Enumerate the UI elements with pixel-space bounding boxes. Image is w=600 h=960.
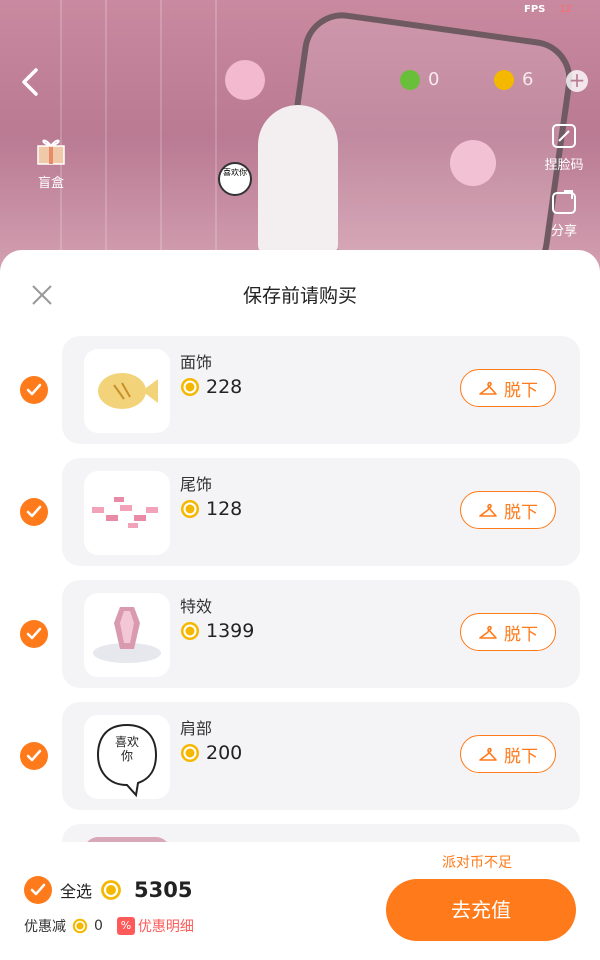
item-name: 面饰: [180, 353, 213, 372]
insufficient-coins-text: 派对币不足: [442, 855, 512, 871]
item-checkbox[interactable]: [20, 498, 48, 526]
check-icon: [26, 749, 42, 762]
item-name: 肩部: [180, 719, 213, 738]
check-icon: [30, 883, 46, 896]
share-button[interactable]: 分享: [540, 188, 588, 239]
check-icon: [26, 383, 42, 396]
total-price: 5305: [134, 878, 193, 902]
party-coin-icon: [101, 880, 121, 900]
item-name: 特效: [180, 597, 213, 616]
list-item[interactable]: 特效 1399 脱下: [62, 580, 580, 688]
item-checkbox[interactable]: [20, 742, 48, 770]
recharge-button[interactable]: 去充值: [386, 879, 576, 941]
list-item[interactable]: 背景: [62, 824, 580, 842]
speech-bubble: 喜欢你: [218, 162, 252, 196]
take-off-button[interactable]: 脱下: [460, 735, 556, 773]
select-all-row: 全选 5305: [24, 876, 192, 904]
select-all-label[interactable]: 全选: [60, 878, 92, 902]
discount-row: 优惠减 0 % 优惠明细: [24, 916, 194, 936]
item-price: 200: [180, 742, 242, 764]
list-item[interactable]: 喜欢你 肩部 200 脱下: [62, 702, 580, 810]
list-item[interactable]: 面饰 228 脱下: [62, 336, 580, 444]
item-thumbnail: [84, 471, 170, 555]
item-price: 1399: [180, 620, 254, 642]
g-coin-icon: [400, 69, 420, 90]
fish-cookie-image: [98, 373, 158, 409]
item-price: 228: [180, 376, 242, 398]
sheet-title: 保存前请购买: [242, 285, 357, 307]
discount-label: 优惠减: [24, 919, 66, 935]
hanger-icon: [479, 381, 497, 395]
share-icon: [552, 190, 576, 214]
item-price: 128: [180, 498, 242, 520]
item-thumbnail: [84, 349, 170, 433]
item-name: 尾饰: [180, 475, 213, 494]
hanger-icon: [479, 747, 497, 761]
hanger-icon: [479, 503, 497, 517]
item-checkbox[interactable]: [20, 620, 48, 648]
edit-icon: [552, 124, 576, 148]
list-item[interactable]: 尾饰 128 脱下: [62, 458, 580, 566]
discount-detail-link[interactable]: % 优惠明细: [116, 916, 194, 936]
item-checkbox[interactable]: [20, 376, 48, 404]
take-off-button[interactable]: 脱下: [460, 491, 556, 529]
blind-box-button[interactable]: 盲盒: [28, 134, 74, 191]
g-coin-balance: 0: [400, 69, 439, 90]
avatar-character[interactable]: [258, 105, 338, 255]
party-coin-icon: [181, 744, 199, 762]
check-icon: [26, 505, 42, 518]
party-coin-balance: 6: [494, 69, 533, 90]
percent-icon: %: [116, 917, 135, 935]
back-button[interactable]: [16, 64, 46, 100]
take-off-button[interactable]: 脱下: [460, 369, 556, 407]
party-coin-icon: [494, 69, 514, 90]
chevron-left-icon: [22, 68, 38, 96]
discount-value: 0: [94, 918, 103, 934]
add-coin-button[interactable]: +: [566, 70, 588, 92]
bubble-text: 喜欢你: [114, 735, 139, 763]
check-icon: [26, 627, 42, 640]
item-thumbnail: [84, 593, 170, 677]
party-coin-icon: [181, 378, 199, 396]
crystal-effect-image: [93, 607, 161, 663]
face-code-button[interactable]: 捏脸码: [540, 122, 588, 173]
take-off-button[interactable]: 脱下: [460, 613, 556, 651]
select-all-checkbox[interactable]: [24, 876, 52, 904]
party-coin-icon: [181, 622, 199, 640]
party-coin-icon: [181, 500, 199, 518]
item-thumbnail: 喜欢你: [84, 715, 170, 799]
item-list[interactable]: 面饰 228 脱下 尾饰 128 脱下 特效 1399 脱下 喜欢你 肩部 20…: [0, 336, 600, 842]
party-coin-icon: [72, 918, 88, 934]
fps-counter: FPS 12: [524, 4, 573, 15]
hanger-icon: [479, 625, 497, 639]
gift-box-icon: [37, 139, 65, 165]
pink-confetti-image: [92, 497, 158, 528]
